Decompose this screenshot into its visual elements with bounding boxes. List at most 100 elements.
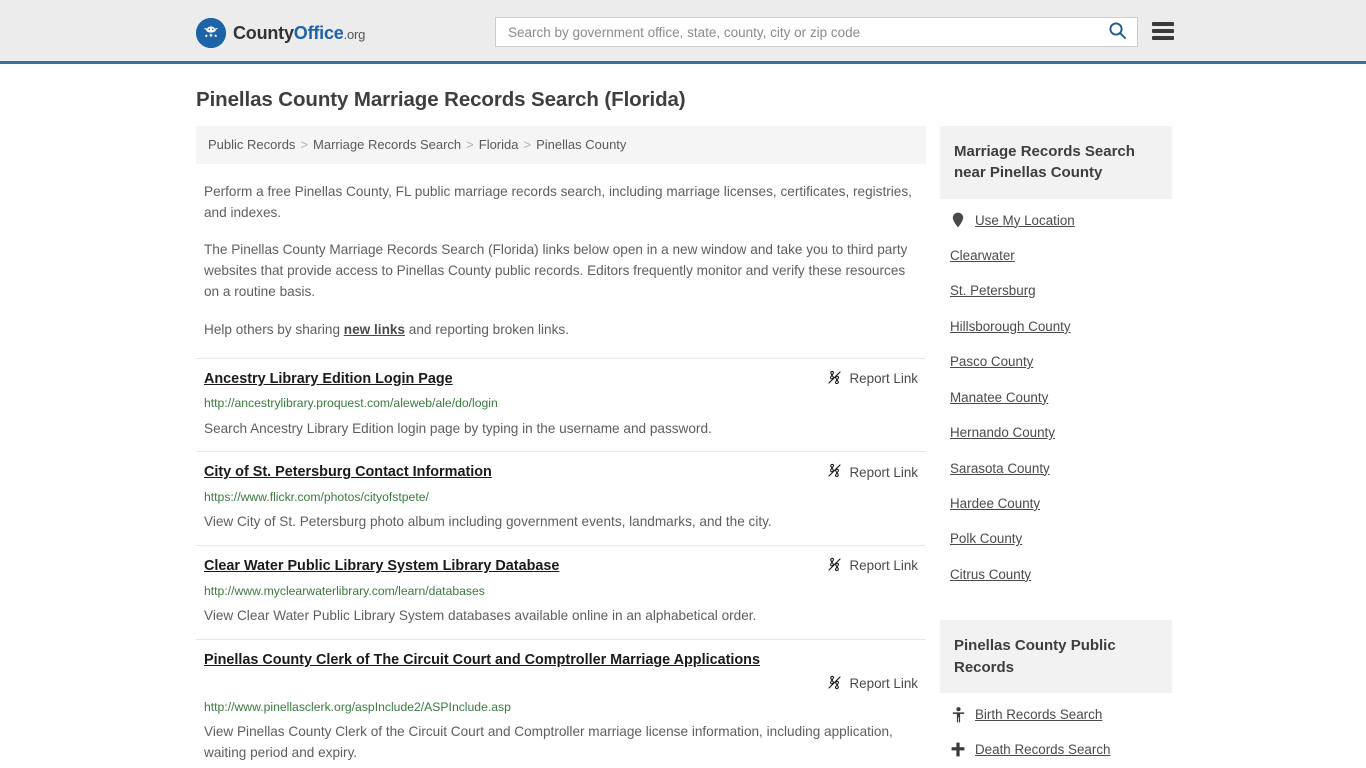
sidebar-item-label: Citrus County — [950, 566, 1032, 582]
breadcrumb-item-florida[interactable]: Florida — [479, 137, 519, 152]
sidebar-item-pasco-county[interactable]: Pasco County — [940, 344, 1172, 379]
search-bar[interactable] — [495, 17, 1138, 47]
sidebar-item-label: Death Records Search — [975, 742, 1111, 758]
broken-link-icon — [827, 675, 842, 693]
sidebar-item-label: Birth Records Search — [975, 706, 1103, 722]
sidebar-item-death-records-search[interactable]: Death Records Search — [940, 732, 1172, 767]
sidebar-item-label: Pasco County — [950, 354, 1034, 370]
resource-url: http://www.myclearwaterlibrary.com/learn… — [204, 583, 485, 598]
resource-description: View Pinellas County Clerk of the Circui… — [204, 723, 893, 761]
search-button[interactable] — [1097, 18, 1137, 46]
sidebar-item-label: Sarasota County — [950, 460, 1050, 476]
link-item-header: City of St. Petersburg Contact Informati… — [204, 462, 918, 483]
list-item: Ancestry Library Edition Login Page Repo… — [196, 357, 926, 453]
resource-description: Search Ancestry Library Edition login pa… — [204, 420, 712, 436]
eagle-shield-icon — [196, 18, 226, 48]
resource-description: View Clear Water Public Library System d… — [204, 607, 757, 623]
sidebar-section-nearby: Marriage Records Search near Pinellas Co… — [940, 126, 1172, 592]
resource-title-link[interactable]: Clear Water Public Library System Librar… — [204, 556, 559, 577]
breadcrumb-separator: > — [466, 137, 474, 152]
sidebar-item-polk-county[interactable]: Polk County — [940, 521, 1172, 556]
site-logo[interactable]: CountyOffice.org — [196, 18, 365, 48]
list-item: City of St. Petersburg Contact Informati… — [196, 452, 926, 546]
sidebar-item-label: Hardee County — [950, 495, 1041, 511]
resource-description: View City of St. Petersburg photo album … — [204, 514, 772, 530]
report-link-label: Report Link — [849, 464, 918, 480]
report-link-button[interactable]: Report Link — [827, 369, 918, 388]
sidebar-item-clearwater[interactable]: Clearwater — [940, 238, 1172, 273]
new-links-link[interactable]: new links — [344, 322, 405, 337]
intro-p3-before: Help others by sharing — [204, 321, 344, 337]
sidebar: Marriage Records Search near Pinellas Co… — [940, 126, 1172, 768]
search-input[interactable] — [496, 18, 1097, 46]
sidebar-section-public-records: Pinellas County Public Records Birth Rec… — [940, 620, 1172, 768]
report-link-button[interactable]: Report Link — [204, 674, 918, 693]
sidebar-item-label: Clearwater — [950, 248, 1015, 264]
intro-paragraph-1: Perform a free Pinellas County, FL publi… — [204, 184, 912, 221]
intro-text: Perform a free Pinellas County, FL publi… — [196, 181, 926, 339]
link-item-header: Ancestry Library Edition Login Page Repo… — [204, 369, 918, 390]
sidebar-item-label: Polk County — [950, 531, 1023, 547]
hamburger-bar — [1152, 36, 1174, 40]
sidebar-item-sarasota-county[interactable]: Sarasota County — [940, 451, 1172, 486]
resource-url: http://ancestrylibrary.proquest.com/alew… — [204, 396, 498, 411]
resource-url: https://www.flickr.com/photos/cityofstpe… — [204, 490, 429, 505]
sidebar-item-label: Use My Location — [975, 212, 1075, 228]
baby-icon — [950, 706, 966, 723]
sidebar-item-label: Hernando County — [950, 425, 1055, 441]
sidebar-item-label: St. Petersburg — [950, 283, 1036, 299]
sidebar-item-citrus-county[interactable]: Citrus County — [940, 557, 1172, 592]
broken-link-icon — [827, 463, 842, 481]
hamburger-menu-icon[interactable] — [1152, 20, 1174, 42]
sidebar-item-birth-records-search[interactable]: Birth Records Search — [940, 697, 1172, 732]
logo-word-tld: .org — [343, 26, 366, 42]
sidebar-item-hernando-county[interactable]: Hernando County — [940, 415, 1172, 450]
breadcrumb-separator: > — [300, 137, 309, 152]
sidebar-item-manatee-county[interactable]: Manatee County — [940, 380, 1172, 415]
breadcrumb-item-pinellas-county: Pinellas County — [536, 137, 627, 152]
page-title: Pinellas County Marriage Records Search … — [196, 88, 686, 111]
sidebar-item-hillsborough-county[interactable]: Hillsborough County — [940, 309, 1172, 344]
sidebar-item-st-petersburg[interactable]: St. Petersburg — [940, 273, 1172, 308]
sidebar-public-records-links: Birth Records Search Death Records Searc… — [940, 693, 1172, 768]
hamburger-bar — [1152, 22, 1174, 26]
logo-word-county: County — [233, 22, 294, 43]
breadcrumb-item-public-records[interactable]: Public Records — [208, 137, 295, 152]
sidebar-item-use-my-location[interactable]: Use My Location — [940, 203, 1172, 238]
sidebar-item-hardee-county[interactable]: Hardee County — [940, 486, 1172, 521]
resource-title-link[interactable]: Ancestry Library Edition Login Page — [204, 369, 453, 390]
breadcrumb-item-marriage-records-search[interactable]: Marriage Records Search — [313, 137, 461, 152]
content-layout: Public Records > Marriage Records Search > F… — [188, 126, 1178, 768]
intro-p3-after: and reporting broken links. — [405, 321, 569, 337]
search-icon — [1108, 21, 1127, 43]
report-link-button[interactable]: Report Link — [827, 462, 918, 481]
report-link-label: Report Link — [849, 676, 918, 692]
broken-link-icon — [827, 370, 842, 388]
intro-paragraph-3: Help others by sharing new links and rep… — [204, 319, 918, 340]
content-container: Pinellas County Marriage Records Search … — [188, 64, 1178, 768]
resource-title-link[interactable]: City of St. Petersburg Contact Informati… — [204, 462, 492, 483]
list-item: Clear Water Public Library System Librar… — [196, 546, 926, 640]
sidebar-item-label: Manatee County — [950, 389, 1049, 405]
list-item: Pinellas County Clerk of The Circuit Cou… — [196, 640, 926, 768]
sidebar-heading-public-records: Pinellas County Public Records — [940, 620, 1172, 693]
resource-title-link[interactable]: Pinellas County Clerk of The Circuit Cou… — [204, 652, 760, 668]
breadcrumb-separator: > — [523, 137, 532, 152]
site-header: CountyOffice.org — [0, 0, 1366, 64]
sidebar-nearby-links: Use My Location Clearwater St. Petersbur… — [940, 199, 1172, 593]
logo-wordmark: CountyOffice.org — [233, 23, 365, 44]
cross-icon — [950, 742, 966, 757]
main-column: Public Records > Marriage Records Search > F… — [196, 126, 926, 768]
sidebar-item-label: Hillsborough County — [950, 318, 1071, 334]
resource-url: http://www.pinellasclerk.org/aspInclude2… — [204, 699, 511, 714]
page-body: Pinellas County Marriage Records Search … — [0, 64, 1366, 768]
report-link-label: Report Link — [849, 371, 918, 387]
report-link-button[interactable]: Report Link — [827, 556, 918, 575]
broken-link-icon — [827, 557, 842, 575]
link-item-header: Pinellas County Clerk of The Circuit Cou… — [204, 650, 918, 693]
link-item-header: Clear Water Public Library System Librar… — [204, 556, 918, 577]
logo-word-office: Office — [293, 22, 344, 43]
resource-link-list: Ancestry Library Edition Login Page Repo… — [196, 357, 926, 768]
hamburger-bar — [1152, 29, 1174, 33]
report-link-label: Report Link — [849, 558, 918, 574]
